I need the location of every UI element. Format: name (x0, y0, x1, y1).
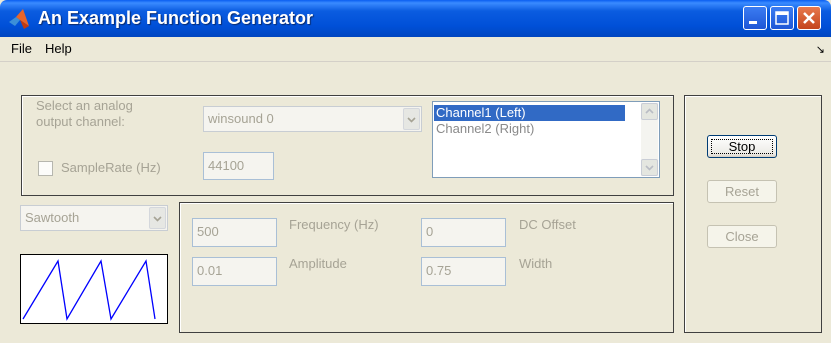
dc-offset-label: DC Offset (519, 217, 576, 232)
close-button-label: Close (725, 229, 759, 244)
title-bar[interactable]: An Example Function Generator (0, 0, 831, 37)
toolbar-toggle-icon[interactable]: ↘ (816, 43, 825, 56)
device-dropdown-button[interactable] (403, 108, 420, 130)
width-label: Width (519, 256, 553, 271)
samplerate-checkbox[interactable] (38, 161, 53, 176)
channel-listbox[interactable]: Channel1 (Left) Channel2 (Right) (432, 101, 660, 178)
waveform-dropdown-button[interactable] (149, 207, 166, 229)
scroll-down-button[interactable] (641, 159, 658, 176)
samplerate-input[interactable]: 44100 (203, 152, 274, 180)
close-button[interactable]: Close (707, 225, 777, 248)
chevron-down-icon (407, 117, 416, 123)
frequency-label: Frequency (Hz) (289, 217, 379, 232)
reset-button[interactable]: Reset (707, 180, 777, 203)
device-select[interactable]: winsound 0 (203, 106, 422, 132)
minimize-icon (749, 21, 757, 24)
close-icon (803, 12, 815, 24)
maximize-icon (775, 11, 789, 25)
control-buttons-panel: Stop Reset Close (684, 95, 822, 333)
maximize-button[interactable] (770, 6, 794, 30)
sawtooth-waveform-icon (22, 259, 156, 321)
window-title: An Example Function Generator (38, 8, 314, 28)
amplitude-label: Amplitude (289, 256, 347, 271)
samplerate-label: SampleRate (Hz) (61, 160, 161, 175)
waveform-type-value: Sawtooth (25, 210, 80, 225)
app-window: An Example Function Generator File Help … (0, 0, 831, 343)
channel-list-item-right[interactable]: Channel2 (Right) (434, 121, 625, 137)
stop-button[interactable]: Stop (707, 135, 777, 158)
menu-bar: File Help ↘ (0, 37, 831, 62)
scroll-up-button[interactable] (641, 103, 658, 120)
amplitude-input[interactable]: 0.01 (192, 257, 277, 286)
chevron-up-icon (645, 108, 654, 114)
chevron-down-icon (153, 216, 162, 222)
waveform-type-select[interactable]: Sawtooth (20, 205, 168, 231)
waveform-params-panel: 500 Frequency (Hz) 0 DC Offset 0.01 Ampl… (179, 202, 674, 333)
channel-list-item-left[interactable]: Channel1 (Left) (434, 105, 625, 121)
focus-ring (711, 139, 773, 154)
select-channel-label-line1: Select an analog (36, 98, 133, 113)
device-select-value: winsound 0 (208, 111, 274, 126)
waveform-preview (20, 254, 168, 324)
reset-button-label: Reset (725, 184, 759, 199)
menu-help[interactable]: Help (45, 41, 72, 56)
dc-offset-input[interactable]: 0 (421, 218, 506, 247)
select-channel-label-line2: output channel: (36, 114, 125, 129)
frequency-input[interactable]: 500 (192, 218, 277, 247)
close-window-button[interactable] (797, 6, 821, 30)
channel-panel: Select an analog output channel: winsoun… (21, 95, 674, 196)
channel-list-scrollbar[interactable] (641, 103, 658, 176)
width-input[interactable]: 0.75 (421, 257, 506, 286)
chevron-down-icon (645, 165, 654, 171)
minimize-button[interactable] (743, 6, 767, 30)
matlab-logo-icon (9, 9, 29, 29)
menu-file[interactable]: File (11, 41, 32, 56)
